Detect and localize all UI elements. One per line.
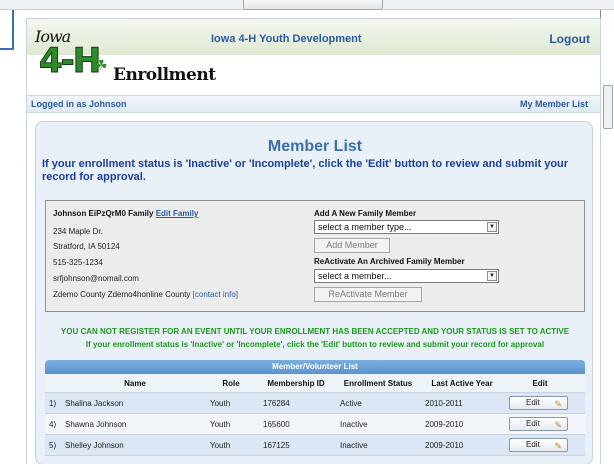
member-name: Shalina Jackson: [65, 399, 124, 408]
table-title: Member/Volunteer List: [45, 360, 585, 374]
table-row: 1) Shalina Jackson Youth 176284 Active 2…: [45, 393, 585, 414]
org-title: Iowa 4-H Youth Development: [211, 33, 362, 45]
member-type-select[interactable]: select a member type... ▼: [314, 220, 499, 234]
page-header: Iowa 4-H ☘ Enrollment Iowa 4-H Youth Dev…: [27, 19, 600, 89]
column-header-membership-id: Membership ID: [267, 379, 325, 388]
member-role: Youth: [210, 399, 231, 408]
logout-link[interactable]: Logout: [549, 32, 590, 46]
last-active-year: 2010-2011: [425, 399, 463, 408]
member-name: Shelley Johnson: [65, 441, 124, 450]
edit-button-label: Edit: [526, 398, 540, 407]
member-type-select-value: select a member type...: [318, 222, 412, 232]
enrollment-status: Active: [340, 399, 362, 408]
page-frame: Iowa 4-H ☘ Enrollment Iowa 4-H Youth Dev…: [26, 18, 601, 464]
enrollment-warning: If your enrollment status is 'Inactive' …: [85, 340, 545, 349]
archived-member-select[interactable]: select a member... ▼: [314, 269, 499, 283]
user-bar: Logged in as Johnson My Member List: [27, 95, 600, 113]
row-index: 5): [49, 441, 57, 450]
last-active-year: 2009-2010: [425, 441, 464, 450]
member-list-panel: Member List If your enrollment status is…: [35, 121, 593, 464]
family-info-box: Johnson EiPzQrM0 Family Edit Family 234 …: [45, 200, 585, 312]
enrollment-notice: If your enrollment status is 'Inactive' …: [42, 158, 569, 183]
table-row: 5) Shelley Johnson Youth 167125 Inactive…: [45, 435, 585, 456]
chevron-down-icon[interactable]: ▼: [487, 271, 497, 281]
pencil-icon: ✎: [554, 441, 562, 451]
edit-button-label: Edit: [526, 419, 540, 428]
membership-id: 176284: [263, 399, 290, 408]
table-header: Name Role Membership ID Enrollment Statu…: [45, 374, 585, 393]
membership-id: 165600: [263, 420, 290, 429]
pencil-icon: ✎: [554, 399, 562, 409]
chevron-down-icon[interactable]: ▼: [487, 222, 497, 232]
add-member-label: Add A New Family Member: [314, 209, 417, 218]
row-index: 1): [49, 399, 57, 408]
member-table: Member/Volunteer List Name Role Membersh…: [45, 360, 585, 456]
logo-enrollment-text: Enrollment: [113, 65, 216, 85]
edit-button-label: Edit: [526, 440, 540, 449]
member-role: Youth: [210, 420, 231, 429]
registration-warning: YOU CAN NOT REGISTER FOR AN EVENT UNTIL …: [60, 327, 570, 336]
scrollbar-thumb[interactable]: [603, 85, 613, 129]
column-header-edit: Edit: [532, 379, 548, 388]
reactivate-member-button[interactable]: ReActivate Member: [314, 287, 422, 302]
enrollment-status: Inactive: [340, 441, 368, 450]
left-window-edge: [0, 10, 14, 50]
member-role: Youth: [210, 441, 231, 450]
page-title: Member List: [267, 138, 363, 155]
family-address-line2: Stratford, IA 50124: [53, 242, 120, 251]
edit-button[interactable]: Edit ✎: [509, 438, 568, 452]
family-phone: 515-325-1234: [53, 258, 103, 267]
edit-button[interactable]: Edit ✎: [509, 417, 568, 431]
reactivate-label: ReActivate An Archived Family Member: [314, 257, 465, 266]
browser-top-bar: [0, 0, 614, 10]
table-row: 4) Shawna Johnson Youth 165600 Inactive …: [45, 414, 585, 435]
pencil-icon: ✎: [554, 420, 562, 430]
last-active-year: 2009-2010: [425, 420, 464, 429]
column-header-role: Role: [222, 379, 240, 388]
top-toolbar-button[interactable]: [243, 0, 383, 10]
column-header-name: Name: [124, 379, 146, 388]
scrollbar[interactable]: [600, 10, 614, 464]
edit-button[interactable]: Edit ✎: [509, 396, 568, 410]
enrollment-status: Inactive: [340, 420, 368, 429]
column-header-last-active-year: Last Active Year: [431, 379, 493, 388]
edit-family-link[interactable]: Edit Family: [156, 209, 199, 218]
family-county: Zdemo County Zdemo4honline County [conta…: [53, 290, 238, 299]
column-header-enrollment-status: Enrollment Status: [343, 379, 413, 388]
family-email: srfjohnson@nomail.com: [53, 274, 139, 283]
iowa-4h-enrollment-logo: Iowa 4-H ☘ Enrollment: [33, 27, 216, 89]
logged-in-text: Logged in as Johnson: [31, 99, 127, 109]
logo-4h-text: 4-H: [38, 41, 101, 82]
contact-info-link[interactable]: [contact info]: [193, 290, 238, 299]
row-index: 4): [49, 420, 57, 429]
family-name: Johnson EiPzQrM0 Family Edit Family: [53, 209, 198, 218]
clover-icon: ☘: [95, 57, 108, 73]
my-member-list-link[interactable]: My Member List: [520, 99, 588, 109]
membership-id: 167125: [263, 441, 290, 450]
add-member-button[interactable]: Add Member: [314, 238, 390, 253]
archived-member-select-value: select a member...: [318, 271, 392, 281]
family-name-text: Johnson EiPzQrM0 Family: [53, 209, 154, 218]
family-county-text: Zdemo County Zdemo4honline County: [53, 290, 191, 299]
member-name: Shawna Johnson: [65, 420, 127, 429]
family-address-line1: 234 Maple Dr.: [53, 227, 103, 236]
